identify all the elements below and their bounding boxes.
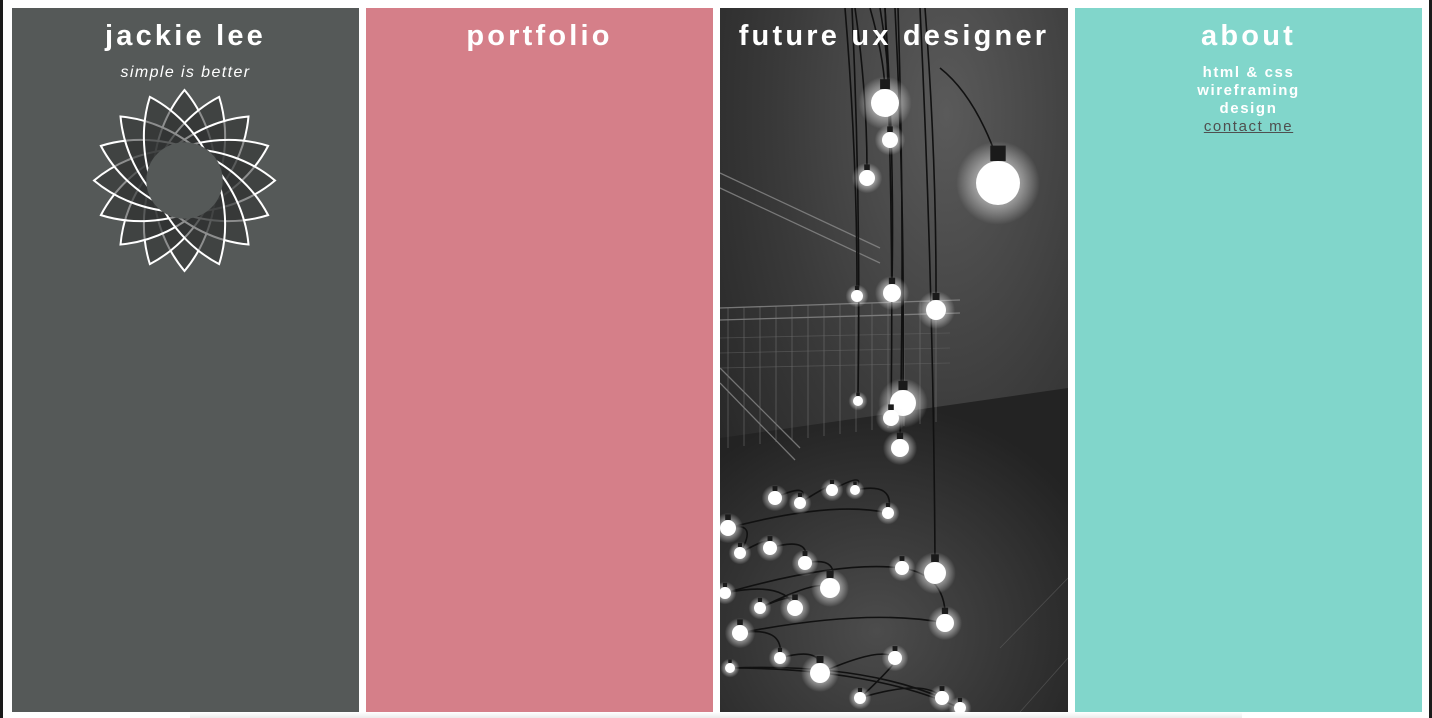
bulb-socket <box>990 145 1006 161</box>
about-skills-list: html & css wireframing design contact me <box>1075 64 1422 136</box>
light-bulb <box>859 170 875 186</box>
site-name[interactable]: jackie lee <box>12 18 359 54</box>
skill-item-wireframing: wireframing <box>1197 82 1300 99</box>
skill-item-html-css: html & css <box>1202 64 1295 81</box>
light-bulb <box>888 651 902 665</box>
bulb-socket <box>888 277 896 284</box>
portfolio-title[interactable]: portfolio <box>366 18 713 54</box>
bulb-socket <box>816 656 824 663</box>
light-bulb <box>935 691 949 705</box>
bulb-socket <box>772 486 778 491</box>
panel-portfolio[interactable]: portfolio <box>366 8 713 712</box>
bulb-socket <box>826 571 834 578</box>
bulb-socket <box>932 293 940 300</box>
panel-future-ux-designer[interactable]: future ux designer <box>720 8 1068 712</box>
bulb-socket <box>864 164 870 170</box>
light-bulb <box>882 132 898 148</box>
bulb-socket <box>737 542 743 547</box>
bulb-socket <box>728 659 732 663</box>
light-bulb <box>895 561 909 575</box>
bulb-socket <box>896 432 904 439</box>
light-bulb <box>720 520 736 536</box>
light-bulb <box>883 284 901 302</box>
bulb-socket <box>856 392 860 396</box>
bulb-socket <box>777 647 783 652</box>
flower-logo-center <box>146 142 223 219</box>
page-frame: jackie lee simple is better portfolio fu… <box>0 0 1432 718</box>
light-bulb <box>734 547 746 559</box>
light-bulb <box>774 652 786 664</box>
bulb-socket <box>722 582 728 587</box>
bulb-socket <box>939 686 945 691</box>
light-bulb <box>725 663 735 673</box>
light-bulb <box>851 290 863 302</box>
bulb-socket <box>757 597 763 602</box>
bulb-socket <box>767 536 773 541</box>
light-bulb <box>732 625 748 641</box>
light-bulb <box>936 614 954 632</box>
skill-item-design: design <box>1219 100 1278 117</box>
light-bulb <box>768 491 782 505</box>
light-bulb <box>976 161 1020 205</box>
light-bulb <box>798 556 812 570</box>
light-bulb <box>754 602 766 614</box>
light-bulb <box>926 300 946 320</box>
bulb-socket <box>857 687 863 692</box>
light-bulb <box>810 663 830 683</box>
tagline: simple is better <box>120 64 251 81</box>
bulb-socket <box>854 285 860 290</box>
bulb-socket <box>725 514 731 520</box>
light-bulb <box>882 507 894 519</box>
light-bulb <box>763 541 777 555</box>
bulb-socket <box>829 479 835 484</box>
bulb-socket <box>797 492 803 497</box>
light-bulb <box>820 578 840 598</box>
bulb-socket <box>892 646 898 651</box>
light-bulb <box>826 484 838 496</box>
bottom-shadow <box>190 712 1242 718</box>
light-bulb <box>883 410 899 426</box>
bulb-socket <box>737 619 743 625</box>
light-bulb <box>787 600 803 616</box>
light-bulb <box>891 439 909 457</box>
hanging-light-bulbs-photo <box>720 8 1068 712</box>
bulb-socket <box>931 554 939 562</box>
bulb-socket <box>899 556 905 561</box>
about-title[interactable]: about <box>1075 18 1422 54</box>
bulb-socket <box>880 79 890 89</box>
bulb-socket <box>853 481 857 485</box>
bulb-socket <box>898 380 908 390</box>
light-bulb <box>850 485 860 495</box>
panel-name[interactable]: jackie lee simple is better <box>12 8 359 712</box>
light-bulb <box>924 562 946 584</box>
bulb-socket <box>941 607 949 614</box>
future-ux-designer-title[interactable]: future ux designer <box>720 18 1068 54</box>
bulb-socket <box>885 502 891 507</box>
light-bulb <box>854 692 866 704</box>
flower-logo-icon <box>92 88 277 273</box>
light-bulb <box>794 497 806 509</box>
bulb-socket <box>792 594 798 600</box>
bulb-socket <box>957 697 963 702</box>
bulb-socket <box>888 404 894 410</box>
light-bulb <box>853 396 863 406</box>
contact-me-link[interactable]: contact me <box>1204 118 1293 136</box>
light-bulb <box>871 89 899 117</box>
bulb-socket <box>802 551 808 556</box>
panel-about[interactable]: about html & css wireframing design cont… <box>1075 8 1422 712</box>
bulb-socket <box>887 126 893 132</box>
